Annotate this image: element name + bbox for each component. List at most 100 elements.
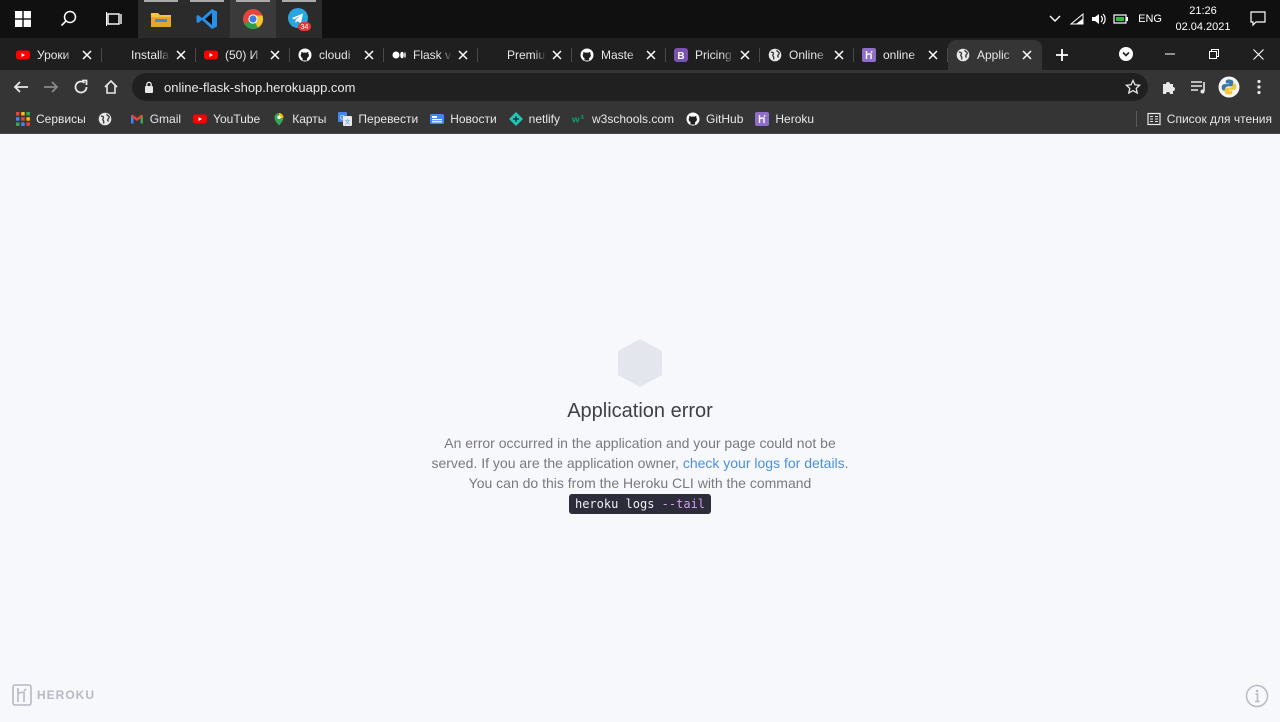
browser-menu-button[interactable] [1244, 72, 1274, 102]
tab-close-button[interactable] [174, 48, 188, 62]
telegram-badge: 34 [301, 24, 309, 31]
battery-button[interactable] [1110, 0, 1132, 38]
bookmark-карты[interactable]: Карты [266, 107, 332, 131]
tab[interactable]: Premiu [478, 40, 572, 70]
bookmarks-separator [1135, 110, 1137, 127]
close-icon [82, 50, 92, 60]
taskbar-telegram[interactable]: 34 [276, 0, 322, 38]
heroku-logo[interactable]: HEROKU [12, 684, 95, 706]
tab[interactable]: Уроки [8, 40, 102, 70]
bookmark-star-button[interactable] [1118, 79, 1148, 95]
tab-close-button[interactable] [644, 48, 658, 62]
tab[interactable]: (50) И [196, 40, 290, 70]
tab[interactable]: Maste [572, 40, 666, 70]
bookmark-перевести[interactable]: G 文 Перевести [332, 107, 424, 131]
profile-avatar-button[interactable] [1214, 72, 1244, 102]
globe-icon [98, 112, 112, 126]
minimize-icon [1165, 53, 1175, 55]
search-button[interactable] [46, 0, 92, 38]
tab[interactable]: online [854, 40, 948, 70]
media-control-button[interactable] [1184, 72, 1214, 102]
bookmark-github[interactable]: GitHub [680, 107, 749, 131]
info-icon[interactable] [1245, 684, 1269, 708]
close-icon [740, 50, 750, 60]
check-logs-link[interactable]: check your logs for details [683, 455, 845, 471]
task-view-icon [106, 12, 122, 26]
taskbar-explorer[interactable] [138, 0, 184, 38]
bookmark-netlify[interactable]: netlify [503, 107, 566, 131]
home-icon [104, 79, 118, 94]
taskbar-vscode[interactable] [184, 0, 230, 38]
translate-icon: G文 [338, 111, 353, 126]
star-icon [1125, 79, 1141, 95]
clock[interactable]: 21:26 02.04.2021 [1170, 3, 1236, 35]
svg-text:w: w [572, 114, 580, 125]
tab-close-button[interactable] [456, 48, 470, 62]
bookmark-youtube[interactable]: YouTube [187, 107, 266, 131]
restore-button[interactable] [1192, 38, 1236, 70]
extensions-button[interactable] [1154, 72, 1184, 102]
new-tab-button[interactable] [1042, 40, 1082, 70]
bookmark-новости[interactable]: Новости [424, 107, 502, 131]
reload-button[interactable] [66, 72, 96, 102]
tab-close-button[interactable] [832, 48, 846, 62]
tray-overflow-button[interactable] [1044, 0, 1066, 38]
tab[interactable]: Online [760, 40, 854, 70]
cli-command-main: heroku logs [574, 497, 662, 511]
address-bar[interactable] [132, 73, 1148, 101]
folder-icon [151, 13, 171, 27]
home-button[interactable] [96, 72, 126, 102]
clock-date: 02.04.2021 [1175, 21, 1231, 33]
reading-list-button[interactable]: Список для чтения [1135, 110, 1280, 127]
tab-search-button[interactable] [1104, 38, 1148, 70]
tab-title: Installa [131, 48, 170, 62]
taskbar-chrome[interactable] [230, 0, 276, 38]
url-input[interactable] [164, 79, 1118, 95]
tab-title: cloudi [319, 48, 351, 62]
back-button[interactable] [6, 72, 36, 102]
input-language[interactable]: ENG [1138, 13, 1162, 25]
tab-title: Premiu [507, 48, 546, 62]
close-icon [270, 50, 280, 60]
tab[interactable]: cloudi [290, 40, 384, 70]
tab-title: (50) И [225, 48, 259, 62]
tab-title: Online [789, 48, 824, 62]
tab-close-button[interactable] [550, 48, 564, 62]
tab-close-button[interactable] [1020, 48, 1034, 62]
arrow-left-icon [13, 81, 28, 93]
task-view-button[interactable] [92, 0, 138, 38]
error-description: An error occurred in the application and… [425, 433, 855, 514]
start-button[interactable] [0, 0, 46, 38]
forward-button[interactable] [36, 72, 66, 102]
lock-icon[interactable] [144, 81, 154, 93]
maps-pin-icon [272, 112, 286, 126]
tab-close-button[interactable] [926, 48, 940, 62]
error-panel: Application error An error occurred in t… [0, 338, 1280, 514]
tab-active[interactable]: Applic [948, 40, 1042, 70]
tab[interactable]: B Pricing [666, 40, 760, 70]
tab-title: Maste [601, 48, 634, 62]
tab-close-button[interactable] [362, 48, 376, 62]
tab[interactable]: Installa [102, 40, 196, 70]
bookmark-heroku[interactable]: Heroku [749, 107, 820, 131]
window-controls [1104, 38, 1280, 70]
windows-taskbar: 34 ENG 21:26 02.04.2021 [0, 0, 1280, 38]
gmail-icon [130, 112, 144, 126]
bookmark-сервисы[interactable]: Сервисы [10, 107, 92, 131]
notifications-button[interactable] [1236, 0, 1280, 38]
windows-logo-icon [15, 11, 31, 27]
tab[interactable]: Flask v [384, 40, 478, 70]
bookmark-label: Карты [292, 111, 327, 126]
bookmark-globe[interactable] [92, 107, 124, 131]
wifi-button[interactable] [1066, 0, 1088, 38]
bookmark-w3schools-com[interactable]: w 3 w3schools.com [566, 107, 680, 131]
wifi-icon [1070, 13, 1084, 25]
tab-close-button[interactable] [268, 48, 282, 62]
tab-close-button[interactable] [738, 48, 752, 62]
minimize-button[interactable] [1148, 38, 1192, 70]
netlify-icon [508, 111, 523, 126]
volume-button[interactable] [1088, 0, 1110, 38]
bookmark-gmail[interactable]: Gmail [124, 107, 187, 131]
close-window-button[interactable] [1236, 38, 1280, 70]
tab-close-button[interactable] [80, 48, 94, 62]
